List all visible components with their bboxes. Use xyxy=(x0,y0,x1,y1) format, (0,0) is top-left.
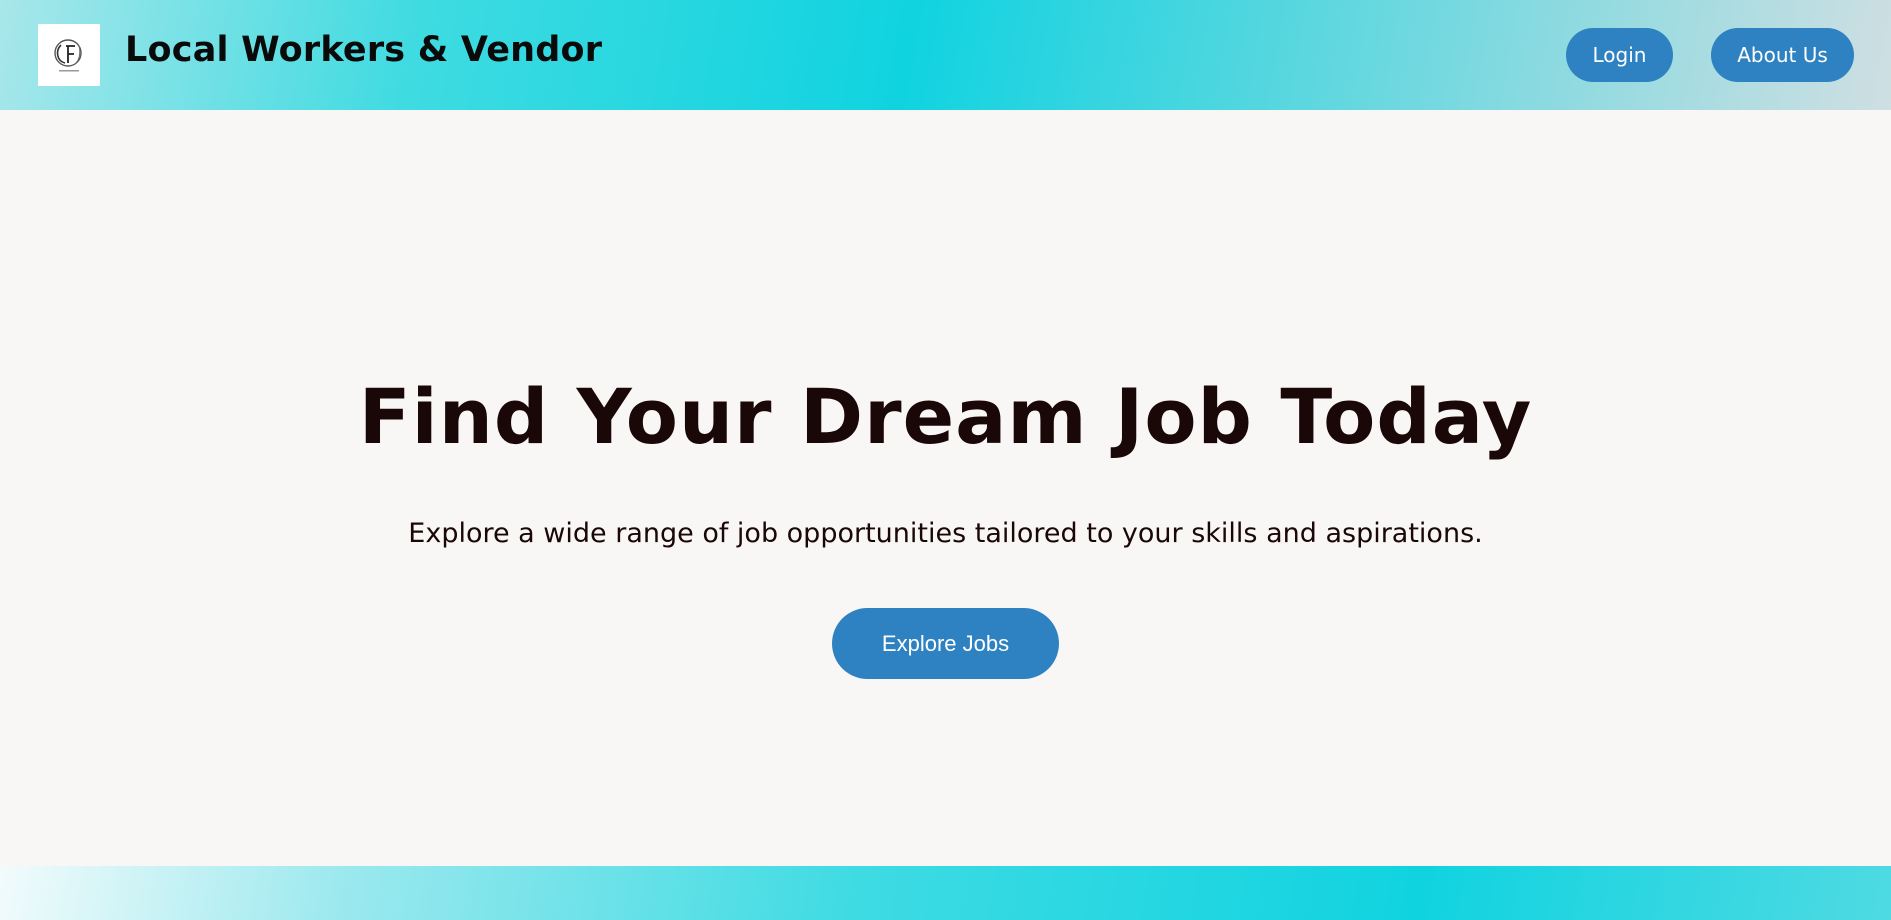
site-title: Local Workers & Vendor xyxy=(125,30,603,70)
logo[interactable] xyxy=(38,24,100,86)
site-header: Local Workers & Vendor Login About Us xyxy=(0,0,1891,110)
site-footer xyxy=(0,866,1891,920)
about-us-button[interactable]: About Us xyxy=(1711,28,1854,82)
hero-title: Find Your Dream Job Today xyxy=(358,372,1533,461)
login-button[interactable]: Login xyxy=(1566,28,1673,82)
explore-jobs-button[interactable]: Explore Jobs xyxy=(832,608,1059,679)
company-logo-icon xyxy=(54,39,82,72)
hero-subtitle: Explore a wide range of job opportunitie… xyxy=(408,518,1483,549)
